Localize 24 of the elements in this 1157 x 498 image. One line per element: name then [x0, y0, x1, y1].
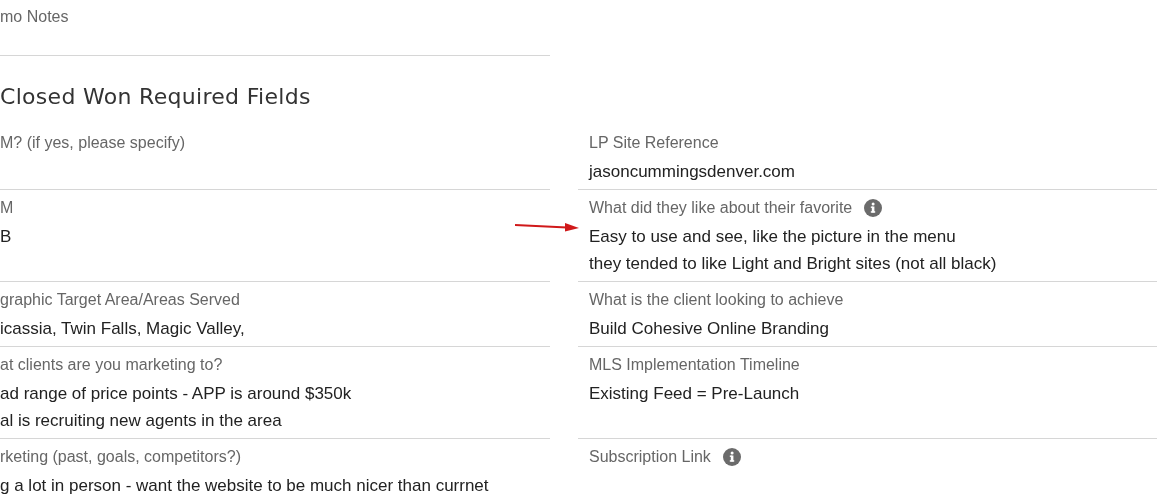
field-label: LP Site Reference — [589, 133, 719, 153]
field-value: al is recruiting new agents in the area — [0, 410, 283, 432]
field-label: at clients are you marketing to? — [0, 355, 223, 375]
field-label: rketing (past, goals, competitors?) — [0, 447, 241, 467]
field-value: icassia, Twin Falls, Magic Valley, — [0, 318, 246, 340]
field-value: Easy to use and see, like the picture in the menu — [589, 226, 957, 248]
field-value: Existing Feed = Pre-Launch — [589, 383, 801, 405]
field-label: What is the client looking to achieve — [589, 290, 844, 310]
field-value: Build Cohesive Online Branding — [589, 318, 831, 340]
field-label: MLS Implementation Timeline — [589, 355, 800, 375]
field-label: Subscription Link — [589, 447, 711, 467]
field-label: graphic Target Area/Areas Served — [0, 290, 240, 310]
field-value: g a lot in person - want the website to be much nicer than currnet — [0, 475, 490, 497]
section-title: Closed Won Required Fields — [0, 83, 312, 111]
field-value: B — [0, 226, 13, 248]
field-label: What did they like about their favorite — [589, 198, 853, 218]
field-value: jasoncummingsdenver.com — [589, 161, 796, 183]
info-icon[interactable] — [722, 448, 741, 466]
field-value: they tended to like Light and Bright sites (not all black) — [589, 253, 998, 275]
section-label: mo Notes — [0, 8, 69, 25]
field-label: M — [0, 198, 14, 218]
info-icon[interactable] — [864, 199, 883, 217]
field-label: M? (if yes, please specify) — [0, 133, 185, 153]
field-value: ad range of price points - APP is around $350k — [0, 383, 353, 405]
